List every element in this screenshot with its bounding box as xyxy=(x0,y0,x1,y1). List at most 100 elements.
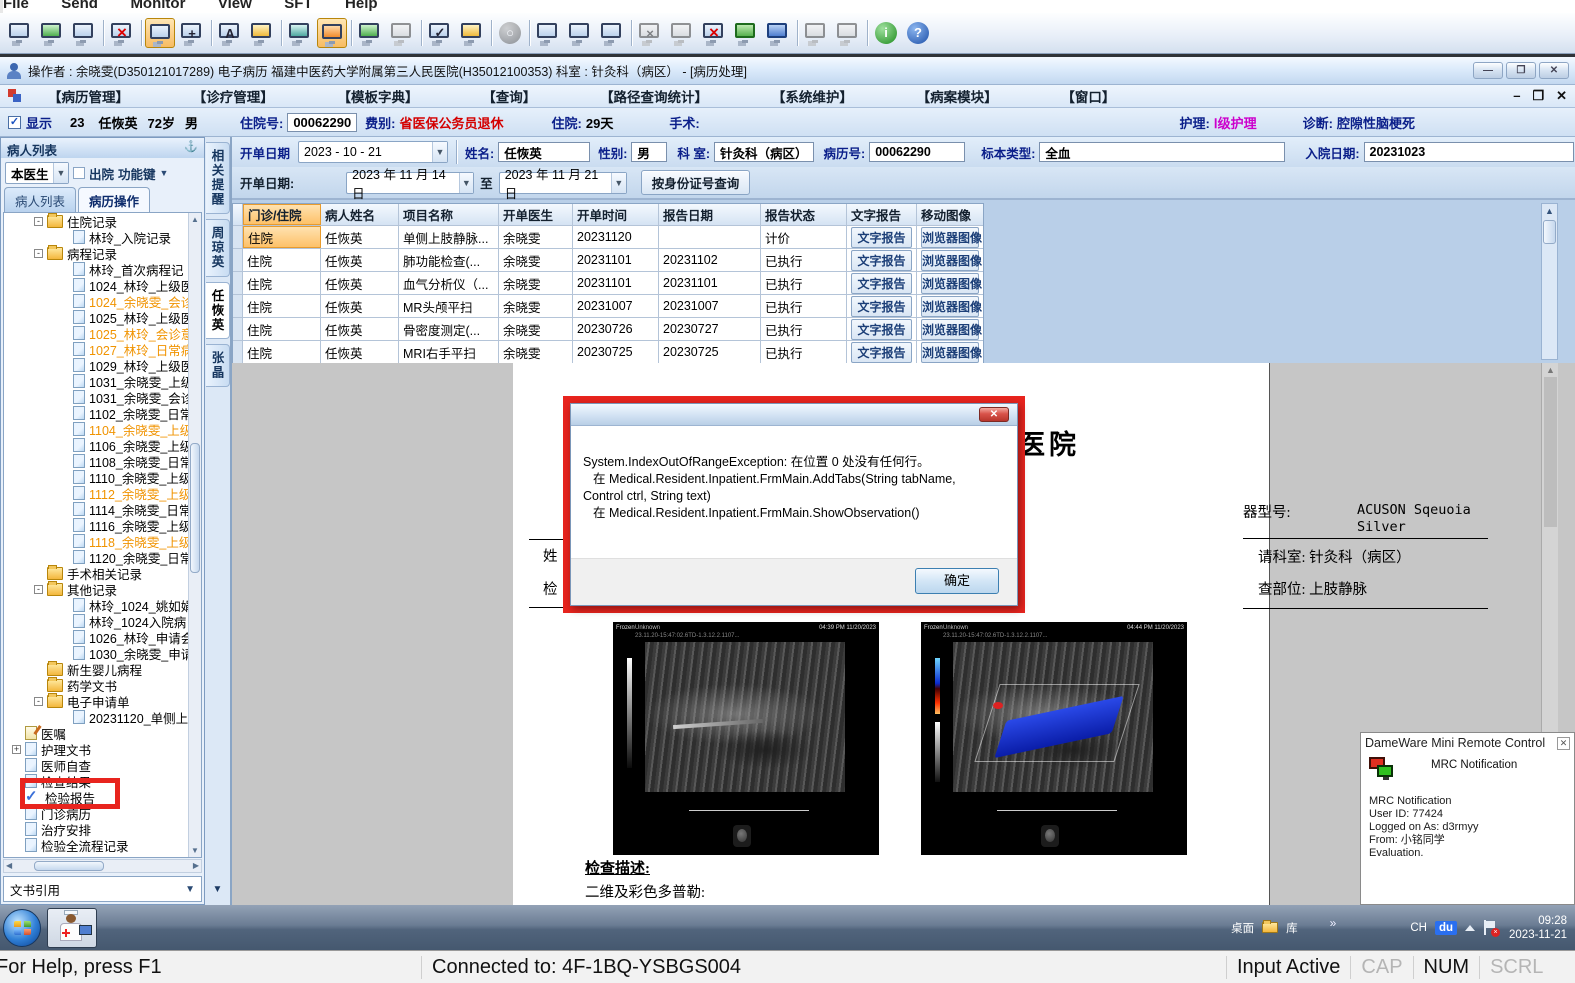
sep[interactable] xyxy=(208,18,214,48)
text-report-button[interactable]: 文字报告 xyxy=(851,341,912,363)
admit-date-field[interactable]: 20231023 xyxy=(1363,142,1574,162)
table-row[interactable]: 住院 任恢英 骨密度测定(... 余晓雯 20230726 20230727 已… xyxy=(233,318,983,341)
date-from-picker[interactable]: 2023 年 11 月 14 日 ▼ xyxy=(346,168,475,201)
sep[interactable] xyxy=(348,18,354,48)
remote-connect-icon[interactable] xyxy=(5,18,35,48)
doctor-filter-select[interactable]: 本医生 ▼ xyxy=(5,162,69,184)
desktop-toolbar-label[interactable]: 桌面 xyxy=(1231,920,1254,936)
table-row[interactable]: 住院 任恢英 肺功能检查(... 余晓雯 20231101 20231102 已… xyxy=(233,249,983,272)
ime-indicator[interactable]: du xyxy=(1434,920,1458,935)
specimen-field[interactable]: 全血 xyxy=(1039,142,1286,162)
date-to-picker[interactable]: 2023 年 11 月 21 日 ▼ xyxy=(498,168,627,201)
file-transfer-download-icon[interactable] xyxy=(763,18,793,48)
row-selector[interactable] xyxy=(233,272,243,294)
checklist-icon[interactable]: ✓ xyxy=(425,18,455,48)
remote-menu-item[interactable]: 【查询】 xyxy=(482,90,536,105)
record-no-field[interactable]: 00062290 xyxy=(869,142,966,162)
info-icon[interactable]: i xyxy=(871,18,901,48)
library-folder-icon[interactable] xyxy=(1262,920,1279,933)
chevron-down-icon[interactable]: ▼ xyxy=(458,172,474,193)
tree-toggle[interactable]: - xyxy=(34,584,43,594)
taskbar-clock[interactable]: 09:28 2023-11-21 xyxy=(1509,914,1567,942)
host-menu-item[interactable]: SFT xyxy=(284,0,312,12)
host-menu-item[interactable]: File xyxy=(3,0,29,12)
row-selector[interactable] xyxy=(233,295,243,317)
table-row[interactable]: 住院 任恢英 单侧上肢静脉... 余晓雯 20231120 计价 文字报告 浏览… xyxy=(233,226,983,249)
chevron-down-icon[interactable]: ▼ xyxy=(611,172,626,193)
scrollbar-thumb[interactable] xyxy=(1544,377,1557,527)
browser-image-button[interactable]: 浏览器图像 xyxy=(921,272,982,294)
column-header[interactable]: 门诊/住院 xyxy=(243,204,321,225)
text-report-button[interactable]: 文字报告 xyxy=(851,226,912,248)
sep[interactable] xyxy=(418,18,424,48)
audio-icon[interactable]: ○ xyxy=(495,18,525,48)
tree-item[interactable]: + 护理文书 xyxy=(4,741,201,758)
column-header[interactable]: 病人姓名 xyxy=(321,204,399,225)
row-selector[interactable] xyxy=(233,318,243,340)
tree-horizontal-scrollbar[interactable]: ◀ ▶ xyxy=(3,859,202,873)
library-label[interactable]: 库 xyxy=(1286,920,1298,936)
remote-menu-item[interactable]: 【系统维护】 xyxy=(772,90,853,105)
row-selector[interactable] xyxy=(233,249,243,271)
column-header[interactable]: 报告日期 xyxy=(659,204,761,225)
row-selector[interactable] xyxy=(233,226,243,248)
scroll-left-icon[interactable]: ◀ xyxy=(6,861,12,870)
scroll-right-icon[interactable]: ▶ xyxy=(193,861,199,870)
host-menu-item[interactable]: Help xyxy=(345,0,378,12)
chevron-down-icon[interactable]: ▼ xyxy=(432,142,448,162)
screenshot-icon[interactable] xyxy=(533,18,563,48)
id-query-button[interactable]: 按身份证号查询 xyxy=(640,170,751,195)
remote-cursor-icon[interactable] xyxy=(355,18,385,48)
restore-button[interactable]: ❐ xyxy=(1506,62,1536,79)
mdi-restore-button[interactable]: ❐ xyxy=(1532,88,1544,104)
function-keys-label[interactable]: 功能键 xyxy=(118,164,156,183)
scrollbar-thumb[interactable] xyxy=(190,443,200,573)
column-header[interactable]: 开单时间 xyxy=(573,204,659,225)
close-button[interactable]: ✕ xyxy=(1539,62,1569,79)
host-menu-item[interactable]: View xyxy=(218,0,252,12)
text-report-button[interactable]: 文字报告 xyxy=(851,295,912,317)
browser-image-button[interactable]: 浏览器图像 xyxy=(921,226,982,248)
table-row[interactable]: 住院 任恢英 MRI右手平扫 余晓雯 20230725 20230725 已执行… xyxy=(233,341,983,364)
mdi-minimize-button[interactable]: – xyxy=(1513,88,1520,104)
browser-image-button[interactable]: 浏览器图像 xyxy=(921,295,982,317)
ok-button[interactable]: 确定 xyxy=(915,568,999,594)
close-icon[interactable]: ✕ xyxy=(1557,736,1570,750)
scroll-up-icon[interactable]: ▲ xyxy=(191,215,199,224)
show-checkbox[interactable]: ✓ xyxy=(8,115,21,129)
windows-copy-icon[interactable] xyxy=(801,18,831,48)
column-header[interactable]: 文字报告 xyxy=(847,204,917,225)
chevron-down-icon[interactable]: ▼ xyxy=(160,168,169,178)
sep[interactable] xyxy=(138,18,144,48)
scroll-down-icon[interactable]: ▼ xyxy=(191,846,199,855)
sep[interactable] xyxy=(278,18,284,48)
print-preview-icon[interactable] xyxy=(597,18,627,48)
scroll-down-icon[interactable]: ▼ xyxy=(213,884,223,895)
sep[interactable] xyxy=(864,18,870,48)
fullscreen-icon[interactable] xyxy=(145,18,175,48)
remote-menu-item[interactable]: 【窗口】 xyxy=(1061,90,1115,105)
view-options-icon[interactable] xyxy=(285,18,315,48)
keyboard-lock-icon[interactable] xyxy=(247,18,277,48)
column-header[interactable]: 报告状态 xyxy=(761,204,847,225)
tree-item[interactable]: 医师自查 xyxy=(4,757,201,774)
doc-reference-bar[interactable]: 文书引用 ▼ xyxy=(3,876,202,902)
settings-wrench-icon[interactable] xyxy=(457,18,487,48)
sep[interactable] xyxy=(488,18,494,48)
pointer-menu-icon[interactable] xyxy=(69,18,99,48)
pan-arrows-icon[interactable]: + xyxy=(177,18,207,48)
chevron-down-icon[interactable]: ▼ xyxy=(185,884,195,895)
host-menu-item[interactable]: Send xyxy=(61,0,98,12)
taskbar-app-medical[interactable] xyxy=(47,907,97,948)
remote-menu-item[interactable]: 【诊疗管理】 xyxy=(193,90,274,105)
order-date-select[interactable]: 2023 - 10 - 21 ▼ xyxy=(298,141,449,163)
pin-icon[interactable]: ⚓ xyxy=(184,140,198,156)
multi-monitor-disconnect-icon[interactable]: × xyxy=(635,18,665,48)
chevron-down-icon[interactable]: ▼ xyxy=(53,163,68,183)
print-icon[interactable] xyxy=(565,18,595,48)
refresh-screen-icon[interactable] xyxy=(317,18,347,48)
tree-item[interactable]: 20231120_单侧上 xyxy=(4,709,201,726)
scroll-up-icon[interactable]: ▲ xyxy=(1546,365,1555,375)
sep[interactable] xyxy=(628,18,634,48)
local-cursor-icon[interactable] xyxy=(387,18,417,48)
